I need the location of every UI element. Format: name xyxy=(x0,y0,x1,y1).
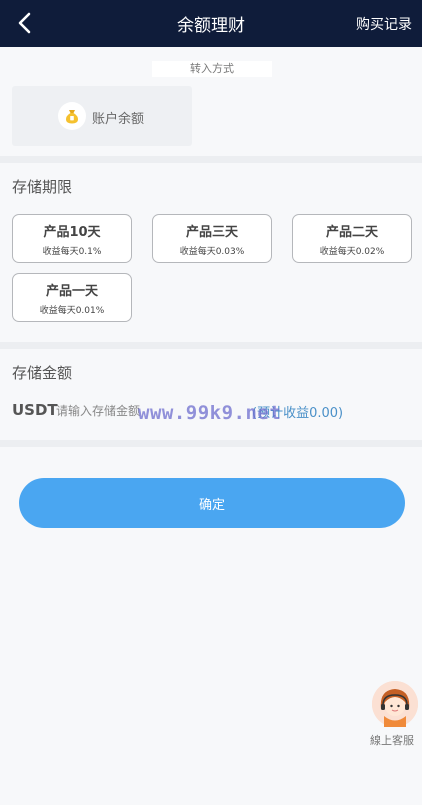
storage-amount-title: 存储金额 xyxy=(12,364,73,382)
product-rate: 收益每天0.1% xyxy=(42,247,102,257)
product-3-days[interactable]: 产品三天 收益每天0.03% xyxy=(152,214,272,263)
product-name: 产品一天 xyxy=(45,284,98,299)
product-name: 产品10天 xyxy=(43,225,101,240)
product-name: 产品二天 xyxy=(325,225,378,240)
product-name: 产品三天 xyxy=(185,225,238,240)
product-10-days[interactable]: 产品10天 收益每天0.1% xyxy=(12,214,132,263)
section-divider xyxy=(0,440,422,447)
product-rate: 收益每天0.01% xyxy=(39,306,105,316)
page-title: 余额理财 xyxy=(177,16,245,36)
purchase-records-link[interactable]: 购买记录 xyxy=(356,14,412,34)
account-balance-label: 账户余额 xyxy=(92,112,145,127)
back-button[interactable] xyxy=(10,8,40,38)
currency-label: USDT xyxy=(12,401,58,419)
product-rate: 收益每天0.03% xyxy=(179,247,245,257)
money-bag-icon xyxy=(58,102,86,130)
customer-service-avatar-icon xyxy=(372,681,418,727)
chevron-left-icon xyxy=(18,12,31,34)
storage-period-title: 存储期限 xyxy=(12,178,73,196)
product-1-day[interactable]: 产品一天 收益每天0.01% xyxy=(12,273,132,322)
product-rate: 收益每天0.02% xyxy=(319,247,385,257)
watermark: www.99k9.net xyxy=(138,402,282,424)
product-2-days[interactable]: 产品二天 收益每天0.02% xyxy=(292,214,412,263)
section-divider xyxy=(0,156,422,163)
confirm-button[interactable]: 确定 xyxy=(19,478,405,528)
transfer-method-label: 转入方式 xyxy=(152,61,272,77)
top-bar: 余额理财 购买记录 xyxy=(0,0,422,47)
customer-service-label: 線上客服 xyxy=(370,734,414,747)
customer-service-widget[interactable]: 線上客服 xyxy=(368,681,422,751)
section-divider xyxy=(0,342,422,349)
